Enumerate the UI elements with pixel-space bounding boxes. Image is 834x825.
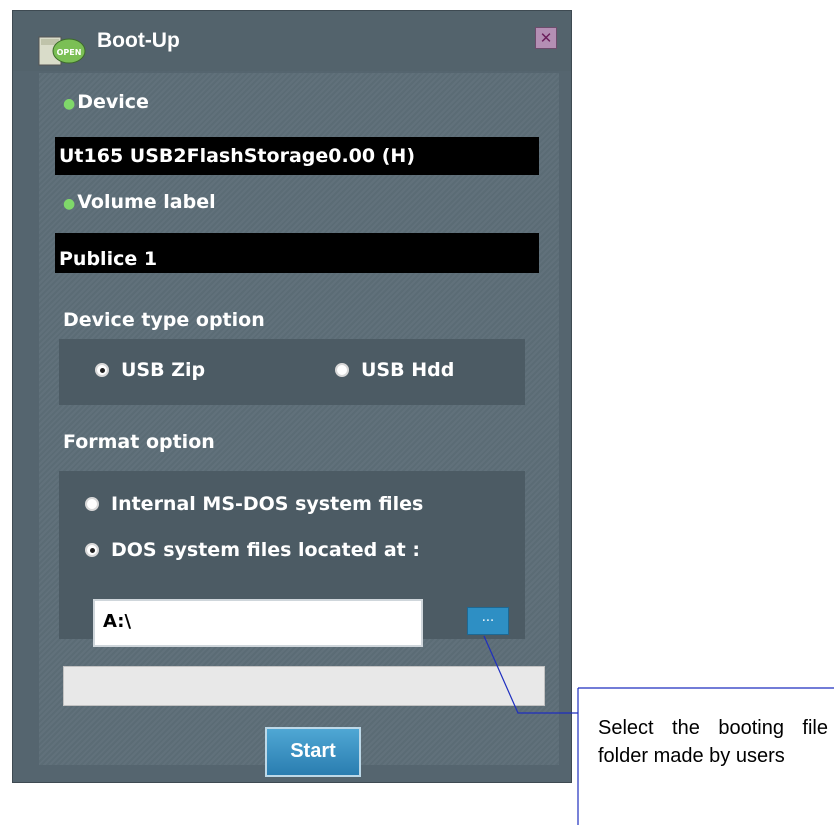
callout-lines — [483, 635, 834, 825]
callout-leader-line — [483, 635, 578, 714]
callout-text: Select the booting file folder made by u… — [598, 717, 828, 767]
